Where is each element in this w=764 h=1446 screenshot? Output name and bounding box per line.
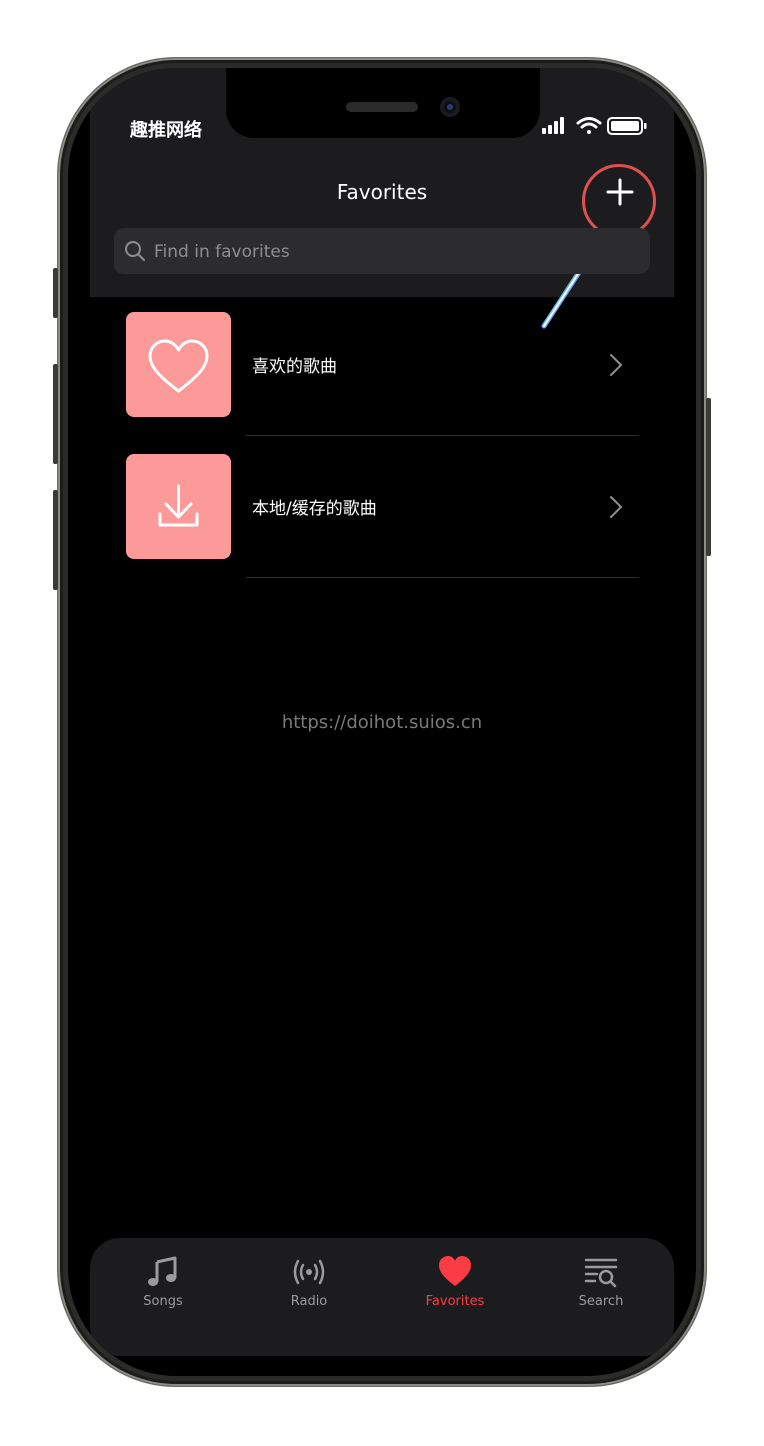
- tab-label: Radio: [290, 1294, 328, 1309]
- list-item-label: 本地/缓存的歌曲: [252, 499, 377, 519]
- heart-icon: [148, 339, 209, 393]
- battery-icon: [607, 117, 647, 135]
- local-songs-tile: [126, 454, 231, 559]
- list-item-liked-songs[interactable]: 喜欢的歌曲: [126, 312, 666, 418]
- notch: [226, 68, 540, 138]
- screen: 趣推网络 Favorites Find in favorites 喜欢的歌曲 本…: [68, 68, 696, 1376]
- search-icon: [125, 241, 145, 261]
- tab-label: Search: [578, 1294, 624, 1309]
- wifi-icon: [576, 117, 602, 134]
- tab-songs[interactable]: Songs: [90, 1238, 236, 1356]
- divider: [246, 577, 639, 578]
- signal-icon: [542, 117, 564, 134]
- tab-bar: Songs Radio Favorites Search: [90, 1238, 674, 1356]
- status-icons: [542, 117, 647, 135]
- volume-up-button: [53, 364, 58, 464]
- camera: [440, 97, 460, 117]
- search-input[interactable]: [152, 228, 636, 276]
- search-bar[interactable]: [114, 228, 650, 276]
- chevron-right-icon: [610, 496, 622, 518]
- tab-label: Songs: [143, 1294, 183, 1309]
- divider: [246, 435, 639, 436]
- mute-switch: [53, 268, 58, 318]
- tab-search[interactable]: Search: [528, 1238, 674, 1356]
- search-list-icon: [584, 1258, 618, 1288]
- speaker: [346, 102, 418, 112]
- volume-down-button: [53, 490, 58, 590]
- list-item-local-songs[interactable]: 本地/缓存的歌曲: [126, 454, 666, 560]
- list-item-label: 喜欢的歌曲: [252, 357, 337, 377]
- download-icon: [158, 484, 199, 527]
- tab-radio[interactable]: Radio: [236, 1238, 382, 1356]
- tab-favorites[interactable]: Favorites: [382, 1238, 528, 1356]
- tab-label: Favorites: [425, 1294, 485, 1309]
- radio-broadcast-icon: [293, 1259, 325, 1285]
- music-note-icon: [148, 1256, 177, 1286]
- carrier-name: 趣推网络: [130, 120, 202, 141]
- power-button: [706, 398, 711, 556]
- chevron-right-icon: [610, 354, 622, 376]
- liked-songs-tile: [126, 312, 231, 417]
- watermark-url: https://doihot.suios.cn: [281, 712, 483, 733]
- heart-icon: [439, 1256, 471, 1286]
